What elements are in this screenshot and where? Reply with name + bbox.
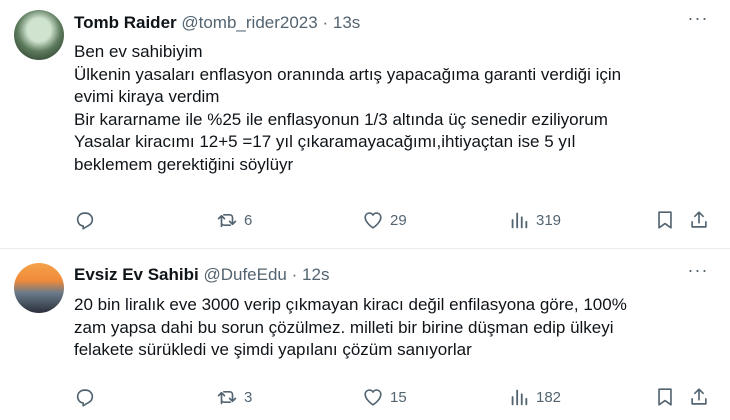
share-button[interactable]: [688, 208, 710, 232]
like-button[interactable]: 29: [362, 208, 407, 232]
separator-dot: ·: [291, 265, 298, 284]
tweet-divider: [0, 248, 730, 249]
author-name[interactable]: Evsiz Ev Sahibi: [74, 265, 199, 284]
reply-icon: [76, 389, 94, 407]
tweet-line: Ülkenin yasaları enflasyon oranında artı…: [74, 64, 622, 84]
retweet-icon: [217, 213, 237, 228]
tweet-line: zam yapsa dahi bu sorun çözülmez. millet…: [74, 317, 614, 337]
tweet-line: Ben ev sahibiyim: [74, 42, 203, 61]
more-dots-icon[interactable]: ···: [686, 261, 710, 284]
action-bar: 6 29 319: [74, 208, 714, 232]
heart-icon: [364, 389, 382, 406]
views-count: 182: [536, 388, 562, 406]
tweet-line: evimi kiraya verdim: [74, 87, 220, 106]
bookmark-button[interactable]: [654, 385, 676, 409]
author-handle[interactable]: @DufeEdu: [203, 265, 286, 284]
retweet-button[interactable]: 6: [216, 208, 252, 232]
like-count: 29: [390, 211, 407, 229]
separator-dot: ·: [322, 13, 329, 32]
retweet-icon: [217, 390, 237, 405]
tweet[interactable]: Tomb Raider @tomb_rider2023 · 13s ··· Be…: [0, 0, 730, 250]
author-handle[interactable]: @tomb_rider2023: [181, 13, 317, 32]
tweet-header: Tomb Raider @tomb_rider2023 · 13s: [74, 13, 360, 33]
reply-button[interactable]: [74, 385, 102, 409]
tweet-line: Bir kararname ile %25 ile enflasyonun 1/…: [74, 109, 608, 129]
like-button[interactable]: 15: [362, 385, 407, 409]
avatar[interactable]: [14, 263, 64, 313]
tweet-line: Yasalar kiracımı 12+5 =17 yıl çıkaramaya…: [74, 132, 576, 151]
views-chart-icon: [511, 212, 528, 229]
views-count: 319: [536, 211, 562, 229]
tweet-line: felakete sürükledi ve şimdi yapılanı çöz…: [74, 340, 472, 359]
tweet-text: 20 bin liralık eve 3000 verip çıkmayan k…: [74, 294, 714, 362]
retweet-button[interactable]: 3: [216, 385, 252, 409]
timestamp[interactable]: 12s: [302, 265, 329, 284]
heart-icon: [364, 212, 382, 229]
timestamp[interactable]: 13s: [333, 13, 360, 32]
like-count: 15: [390, 388, 407, 406]
reply-icon: [76, 212, 94, 230]
views-button[interactable]: 182: [508, 385, 561, 409]
share-button[interactable]: [688, 385, 710, 409]
action-bar: 3 15 182: [74, 385, 714, 409]
bookmark-icon: [658, 388, 672, 406]
tweet-text: Ben ev sahibiyim Ülkenin yasaları enflas…: [74, 41, 714, 176]
bookmark-icon: [658, 211, 672, 229]
tweet-line: beklemem gerektiğini söylüyr: [74, 154, 294, 174]
avatar[interactable]: [14, 10, 64, 60]
reply-button[interactable]: [74, 208, 102, 232]
share-icon: [691, 388, 707, 405]
views-button[interactable]: 319: [508, 208, 561, 232]
tweet-line: 20 bin liralık eve 3000 verip çıkmayan k…: [74, 295, 627, 314]
retweet-count: 6: [244, 211, 253, 229]
share-icon: [691, 211, 707, 228]
tweet-header: Evsiz Ev Sahibi @DufeEdu · 12s: [74, 265, 329, 285]
tweet[interactable]: Evsiz Ev Sahibi @DufeEdu · 12s ··· 20 bi…: [0, 250, 730, 420]
more-dots-icon[interactable]: ···: [686, 9, 710, 32]
author-name[interactable]: Tomb Raider: [74, 13, 177, 32]
views-chart-icon: [511, 389, 528, 406]
bookmark-button[interactable]: [654, 208, 676, 232]
retweet-count: 3: [244, 388, 253, 406]
